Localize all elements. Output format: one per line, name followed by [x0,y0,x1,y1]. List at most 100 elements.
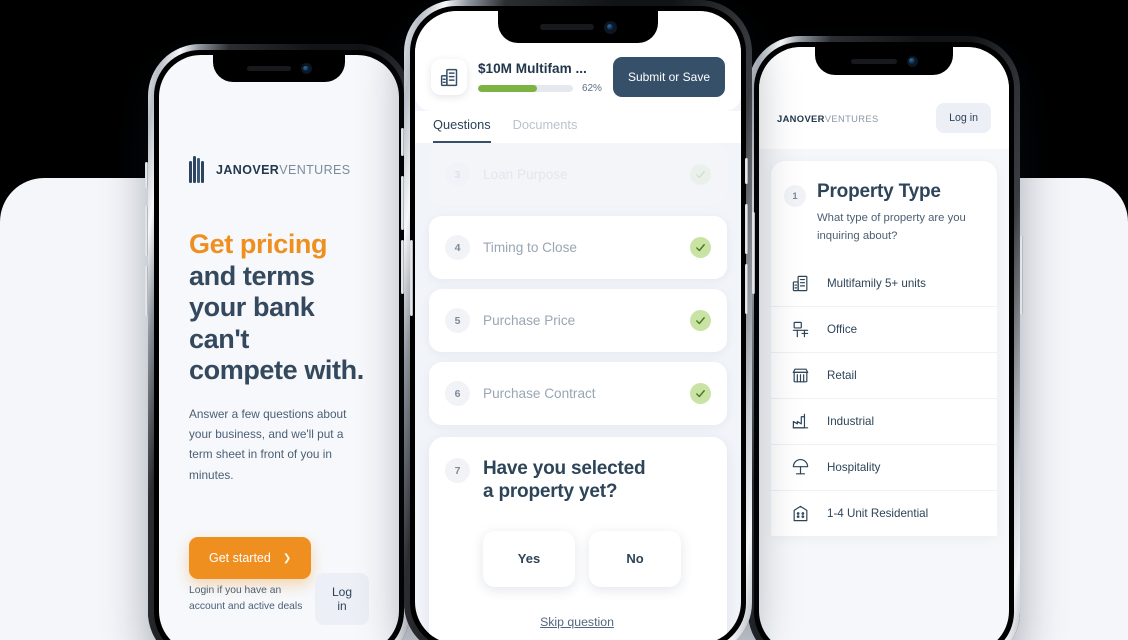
phone-volume-down [401,240,404,294]
questions-list: 3 Loan Purpose 4 Timing to Close 5 Purch… [415,143,741,640]
check-icon [690,237,711,258]
list-item: 1-4 Unit Residential [827,507,929,520]
option-multifamily[interactable]: Multifamily 5+ units [771,261,997,306]
deal-title: $10M Multifam ... [478,60,587,76]
table-row[interactable]: 5 Purchase Price [429,289,727,352]
question-card-scrolled[interactable]: 3 Loan Purpose [429,143,727,206]
janover-mark-icon [189,156,204,183]
left-phone-mockup: JANOVERVENTURES Get pricing and terms yo… [145,44,413,640]
table-row[interactable]: 4 Timing to Close [429,216,727,279]
check-icon [690,310,711,331]
option-retail[interactable]: Retail [771,352,997,398]
phone-mute-switch [401,128,404,156]
option-office[interactable]: Office [771,306,997,352]
list-item: Office [827,323,858,336]
list-item: Retail [827,369,857,382]
front-camera [300,63,312,74]
question-number: 7 [445,458,470,483]
answer-no-button[interactable]: No [589,530,681,587]
option-hospitality[interactable]: Hospitality [771,444,997,490]
brand-bold: JANOVER [216,163,280,177]
center-phone-bezel: $10M Multifam ... 62% Submit or Save Que… [410,6,746,640]
mockup-stage: JANOVERVENTURES Get pricing and terms yo… [0,0,1128,640]
phone-notch [213,55,345,82]
tab-questions[interactable]: Questions [433,117,491,143]
earpiece-speaker [246,66,291,71]
answer-buttons: Yes No [445,530,709,587]
list-item: Hospitality [827,461,881,474]
brand-light: VENTURES [279,163,351,177]
phone-mute-switch [145,162,148,188]
deal-title-wrap: $10M Multifam ... 62% [478,61,602,94]
active-question-header: 7 Have you selected a property yet? [445,458,709,504]
table-row[interactable]: 6 Purchase Contract [429,362,727,425]
progress-bar-fill [478,84,537,92]
active-question-title: Have you selected a property yet? [483,458,646,504]
question-label: Timing to Close [483,240,577,255]
submit-or-save-button[interactable]: Submit or Save [612,57,725,97]
option-industrial[interactable]: Industrial [771,398,997,444]
answer-yes-button[interactable]: Yes [483,530,575,587]
progress-percent-label: 62% [581,82,602,94]
multifamily-building-icon [789,274,811,293]
property-type-title-block: Property Type What type of property are … [817,181,981,245]
phone-notch [498,11,658,43]
question-description: What type of property are you inquiring … [817,212,966,242]
phone-power-button [410,240,413,316]
house-icon [789,504,811,523]
question-title-line-1: Have you selected [483,458,646,479]
janover-wordmark: JANOVERVENTURES [777,113,879,124]
phone-volume-up [401,176,404,230]
question-label: Purchase Price [483,313,576,328]
brand-light: VENTURES [824,112,879,124]
earpiece-speaker [539,24,594,30]
login-button[interactable]: Log in [936,103,991,133]
page-title: Get pricing and terms your bank can't co… [189,229,369,387]
right-phone-screen: JANOVER VENTURES Log in 1 Property Type W… [759,47,1009,640]
hero-accent-line: Get pricing [189,229,328,259]
question-number: 3 [445,162,470,187]
question-number: 5 [445,308,470,333]
deal-building-icon [431,59,467,95]
login-button[interactable]: Log in [314,573,369,625]
hero-line-3: your bank can't [189,292,315,354]
deal-tabs: Questions Documents [415,111,741,143]
check-icon [690,164,711,185]
question-number: 4 [445,235,470,260]
list-item: Multifamily 5+ units [827,277,926,290]
front-camera [603,20,617,34]
phone-volume-up [745,204,748,254]
brand-bold: JANOVER [777,112,825,124]
get-started-label: Get started [209,551,271,566]
question-title-line-2: a property yet? [483,480,618,502]
property-type-header: 1 Property Type What type of property ar… [784,181,981,245]
front-camera [906,55,918,67]
tab-documents[interactable]: Documents [513,117,578,143]
property-type-card: 1 Property Type What type of property ar… [771,161,997,536]
active-question-card: 7 Have you selected a property yet? Yes … [429,437,727,640]
phone-mute-switch [745,158,748,184]
question-label: Purchase Contract [483,386,596,401]
question-label: Loan Purpose [483,167,568,182]
question-number: 1 [784,185,806,207]
phone-power-button [752,212,755,294]
retail-storefront-icon [789,366,811,385]
check-icon [690,383,711,404]
phone-power-button [1020,236,1023,314]
list-item: Industrial [827,415,875,428]
right-phone-bezel: JANOVER VENTURES Log in 1 Property Type W… [754,42,1014,640]
login-note: Login if you have an account and active … [189,585,303,612]
left-phone-bezel: JANOVERVENTURES Get pricing and terms yo… [154,50,404,640]
hero-line-4: compete with. [189,355,364,386]
chevron-right-icon: ❯ [282,552,292,564]
hero-subtext: Answer a few questions about your busine… [189,406,347,482]
phone-volume-down [145,266,148,316]
janover-wordmark: JANOVERVENTURES [216,163,351,177]
skip-question-link[interactable]: Skip question [445,615,709,629]
industrial-factory-icon [789,412,811,431]
deal-progress-row: 62% [478,83,602,94]
option-residential[interactable]: 1-4 Unit Residential [771,490,997,536]
login-row: Login if you have an account and active … [189,573,369,625]
question-number: 6 [445,381,470,406]
office-desk-icon [789,320,811,339]
